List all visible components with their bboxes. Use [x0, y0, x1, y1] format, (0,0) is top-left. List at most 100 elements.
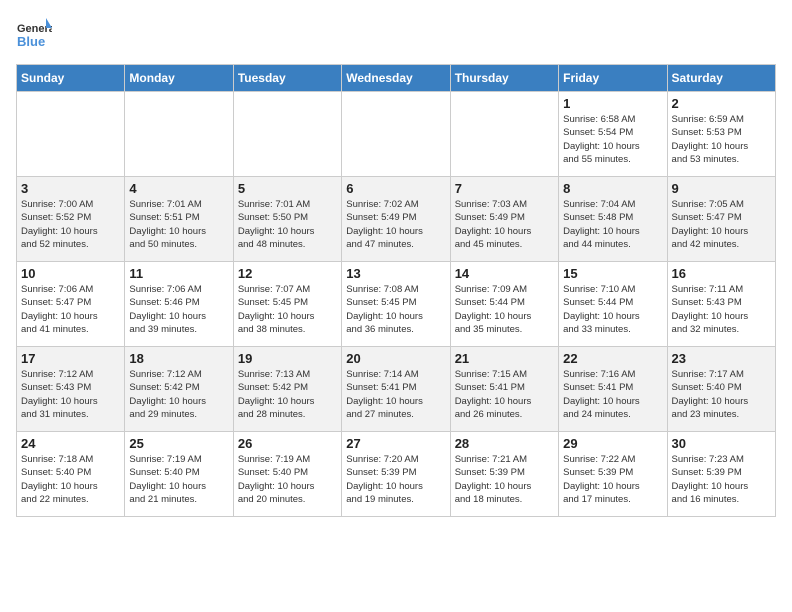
day-info: Sunrise: 7:07 AM Sunset: 5:45 PM Dayligh… — [238, 283, 337, 336]
weekday-header-wednesday: Wednesday — [342, 65, 450, 92]
calendar-cell: 13 Sunrise: 7:08 AM Sunset: 5:45 PM Dayli… — [342, 262, 450, 347]
day-info: Sunrise: 7:15 AM Sunset: 5:41 PM Dayligh… — [455, 368, 554, 421]
calendar-cell: 18 Sunrise: 7:12 AM Sunset: 5:42 PM Dayli… — [125, 347, 233, 432]
calendar-cell — [125, 92, 233, 177]
weekday-header-friday: Friday — [559, 65, 667, 92]
logo-graphic: General Blue — [16, 16, 52, 52]
calendar-week-3: 10 Sunrise: 7:06 AM Sunset: 5:47 PM Dayli… — [17, 262, 776, 347]
day-info: Sunrise: 7:12 AM Sunset: 5:43 PM Dayligh… — [21, 368, 120, 421]
day-number: 26 — [238, 436, 337, 451]
day-number: 10 — [21, 266, 120, 281]
calendar-cell: 17 Sunrise: 7:12 AM Sunset: 5:43 PM Dayli… — [17, 347, 125, 432]
weekday-header-saturday: Saturday — [667, 65, 775, 92]
day-info: Sunrise: 7:02 AM Sunset: 5:49 PM Dayligh… — [346, 198, 445, 251]
day-number: 4 — [129, 181, 228, 196]
day-number: 7 — [455, 181, 554, 196]
day-info: Sunrise: 7:03 AM Sunset: 5:49 PM Dayligh… — [455, 198, 554, 251]
day-number: 19 — [238, 351, 337, 366]
day-number: 29 — [563, 436, 662, 451]
day-info: Sunrise: 7:16 AM Sunset: 5:41 PM Dayligh… — [563, 368, 662, 421]
day-number: 8 — [563, 181, 662, 196]
weekday-header-sunday: Sunday — [17, 65, 125, 92]
calendar-cell: 25 Sunrise: 7:19 AM Sunset: 5:40 PM Dayli… — [125, 432, 233, 517]
calendar-cell — [342, 92, 450, 177]
weekday-header-tuesday: Tuesday — [233, 65, 341, 92]
calendar-week-5: 24 Sunrise: 7:18 AM Sunset: 5:40 PM Dayli… — [17, 432, 776, 517]
calendar-cell: 4 Sunrise: 7:01 AM Sunset: 5:51 PM Daylig… — [125, 177, 233, 262]
day-info: Sunrise: 7:05 AM Sunset: 5:47 PM Dayligh… — [672, 198, 771, 251]
calendar-cell: 12 Sunrise: 7:07 AM Sunset: 5:45 PM Dayli… — [233, 262, 341, 347]
calendar-cell: 21 Sunrise: 7:15 AM Sunset: 5:41 PM Dayli… — [450, 347, 558, 432]
day-number: 5 — [238, 181, 337, 196]
logo: General Blue — [16, 16, 52, 52]
svg-text:Blue: Blue — [17, 34, 45, 49]
day-number: 16 — [672, 266, 771, 281]
calendar-header: SundayMondayTuesdayWednesdayThursdayFrid… — [17, 65, 776, 92]
day-info: Sunrise: 6:59 AM Sunset: 5:53 PM Dayligh… — [672, 113, 771, 166]
day-info: Sunrise: 7:09 AM Sunset: 5:44 PM Dayligh… — [455, 283, 554, 336]
calendar-cell: 16 Sunrise: 7:11 AM Sunset: 5:43 PM Dayli… — [667, 262, 775, 347]
calendar-cell: 2 Sunrise: 6:59 AM Sunset: 5:53 PM Daylig… — [667, 92, 775, 177]
day-info: Sunrise: 7:17 AM Sunset: 5:40 PM Dayligh… — [672, 368, 771, 421]
calendar-cell: 23Sunrise: 7:17 AM Sunset: 5:40 PM Dayli… — [667, 347, 775, 432]
calendar-cell: 20Sunrise: 7:14 AM Sunset: 5:41 PM Dayli… — [342, 347, 450, 432]
day-info: Sunrise: 7:12 AM Sunset: 5:42 PM Dayligh… — [129, 368, 228, 421]
day-number: 30 — [672, 436, 771, 451]
day-number: 14 — [455, 266, 554, 281]
day-info: Sunrise: 7:19 AM Sunset: 5:40 PM Dayligh… — [238, 453, 337, 506]
weekday-header-monday: Monday — [125, 65, 233, 92]
calendar-cell: 1 Sunrise: 6:58 AM Sunset: 5:54 PM Daylig… — [559, 92, 667, 177]
day-number: 21 — [455, 351, 554, 366]
calendar-table: SundayMondayTuesdayWednesdayThursdayFrid… — [16, 64, 776, 517]
calendar-cell: 6Sunrise: 7:02 AM Sunset: 5:49 PM Daylig… — [342, 177, 450, 262]
day-number: 12 — [238, 266, 337, 281]
day-info: Sunrise: 7:11 AM Sunset: 5:43 PM Dayligh… — [672, 283, 771, 336]
day-number: 28 — [455, 436, 554, 451]
calendar-cell: 5 Sunrise: 7:01 AM Sunset: 5:50 PM Daylig… — [233, 177, 341, 262]
calendar-cell — [233, 92, 341, 177]
calendar-cell: 11 Sunrise: 7:06 AM Sunset: 5:46 PM Dayli… — [125, 262, 233, 347]
calendar-cell — [450, 92, 558, 177]
day-number: 27 — [346, 436, 445, 451]
day-info: Sunrise: 7:04 AM Sunset: 5:48 PM Dayligh… — [563, 198, 662, 251]
day-number: 25 — [129, 436, 228, 451]
day-info: Sunrise: 6:58 AM Sunset: 5:54 PM Dayligh… — [563, 113, 662, 166]
day-info: Sunrise: 7:19 AM Sunset: 5:40 PM Dayligh… — [129, 453, 228, 506]
day-number: 24 — [21, 436, 120, 451]
day-number: 3 — [21, 181, 120, 196]
day-info: Sunrise: 7:22 AM Sunset: 5:39 PM Dayligh… — [563, 453, 662, 506]
calendar-cell: 10 Sunrise: 7:06 AM Sunset: 5:47 PM Dayli… — [17, 262, 125, 347]
calendar-cell: 7 Sunrise: 7:03 AM Sunset: 5:49 PM Daylig… — [450, 177, 558, 262]
day-number: 1 — [563, 96, 662, 111]
day-info: Sunrise: 7:23 AM Sunset: 5:39 PM Dayligh… — [672, 453, 771, 506]
day-number: 17 — [21, 351, 120, 366]
calendar-cell: 30 Sunrise: 7:23 AM Sunset: 5:39 PM Dayli… — [667, 432, 775, 517]
header: General Blue — [16, 16, 776, 52]
calendar-cell: 26 Sunrise: 7:19 AM Sunset: 5:40 PM Dayli… — [233, 432, 341, 517]
calendar-cell: 24 Sunrise: 7:18 AM Sunset: 5:40 PM Dayli… — [17, 432, 125, 517]
day-info: Sunrise: 7:21 AM Sunset: 5:39 PM Dayligh… — [455, 453, 554, 506]
day-info: Sunrise: 7:01 AM Sunset: 5:51 PM Dayligh… — [129, 198, 228, 251]
day-info: Sunrise: 7:20 AM Sunset: 5:39 PM Dayligh… — [346, 453, 445, 506]
day-number: 9 — [672, 181, 771, 196]
calendar-cell: 22Sunrise: 7:16 AM Sunset: 5:41 PM Dayli… — [559, 347, 667, 432]
day-info: Sunrise: 7:01 AM Sunset: 5:50 PM Dayligh… — [238, 198, 337, 251]
day-number: 15 — [563, 266, 662, 281]
calendar-cell: 3 Sunrise: 7:00 AM Sunset: 5:52 PM Daylig… — [17, 177, 125, 262]
day-info: Sunrise: 7:06 AM Sunset: 5:46 PM Dayligh… — [129, 283, 228, 336]
calendar-cell: 27 Sunrise: 7:20 AM Sunset: 5:39 PM Dayli… — [342, 432, 450, 517]
calendar-week-4: 17 Sunrise: 7:12 AM Sunset: 5:43 PM Dayli… — [17, 347, 776, 432]
day-number: 11 — [129, 266, 228, 281]
day-info: Sunrise: 7:18 AM Sunset: 5:40 PM Dayligh… — [21, 453, 120, 506]
day-number: 13 — [346, 266, 445, 281]
calendar-cell: 9 Sunrise: 7:05 AM Sunset: 5:47 PM Daylig… — [667, 177, 775, 262]
day-info: Sunrise: 7:10 AM Sunset: 5:44 PM Dayligh… — [563, 283, 662, 336]
calendar-cell: 8 Sunrise: 7:04 AM Sunset: 5:48 PM Daylig… — [559, 177, 667, 262]
calendar-week-1: 1 Sunrise: 6:58 AM Sunset: 5:54 PM Daylig… — [17, 92, 776, 177]
day-number: 18 — [129, 351, 228, 366]
weekday-header-thursday: Thursday — [450, 65, 558, 92]
day-number: 2 — [672, 96, 771, 111]
day-info: Sunrise: 7:08 AM Sunset: 5:45 PM Dayligh… — [346, 283, 445, 336]
day-info: Sunrise: 7:00 AM Sunset: 5:52 PM Dayligh… — [21, 198, 120, 251]
day-info: Sunrise: 7:06 AM Sunset: 5:47 PM Dayligh… — [21, 283, 120, 336]
